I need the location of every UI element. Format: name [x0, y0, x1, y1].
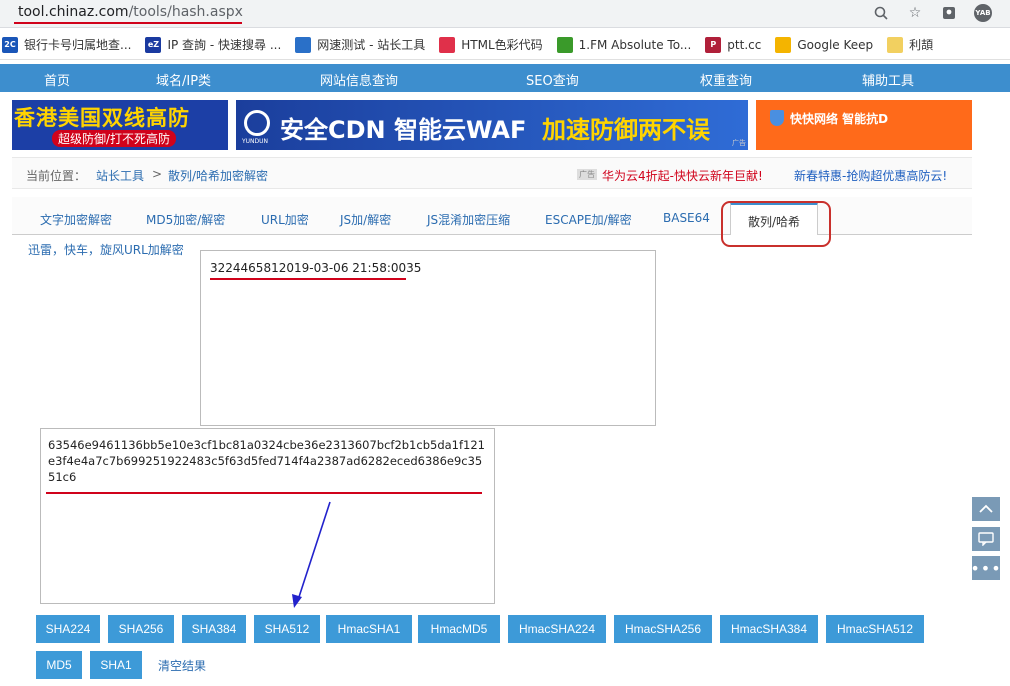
- btn-hmacmd5[interactable]: HmacMD5: [418, 615, 500, 643]
- clear-result-button[interactable]: 清空结果: [158, 657, 206, 674]
- btn-hmacsha512[interactable]: HmacSHA512: [826, 615, 924, 643]
- btn-sha384[interactable]: SHA384: [182, 615, 246, 643]
- btn-hmacsha256[interactable]: HmacSHA256: [614, 615, 712, 643]
- btn-sha512[interactable]: SHA512: [254, 615, 320, 643]
- btn-sha1[interactable]: SHA1: [90, 651, 142, 679]
- btn-sha256[interactable]: SHA256: [108, 615, 174, 643]
- more-icon[interactable]: •••: [970, 556, 1001, 580]
- btn-md5[interactable]: MD5: [36, 651, 82, 679]
- btn-hmacsha224[interactable]: HmacSHA224: [508, 615, 606, 643]
- btn-sha224[interactable]: SHA224: [36, 615, 100, 643]
- scroll-top-icon[interactable]: [972, 497, 1000, 521]
- annotation-arrow-icon: [292, 501, 331, 608]
- btn-hmacsha1[interactable]: HmacSHA1: [326, 615, 412, 643]
- feedback-icon[interactable]: [972, 527, 1000, 551]
- btn-hmacsha384[interactable]: HmacSHA384: [720, 615, 818, 643]
